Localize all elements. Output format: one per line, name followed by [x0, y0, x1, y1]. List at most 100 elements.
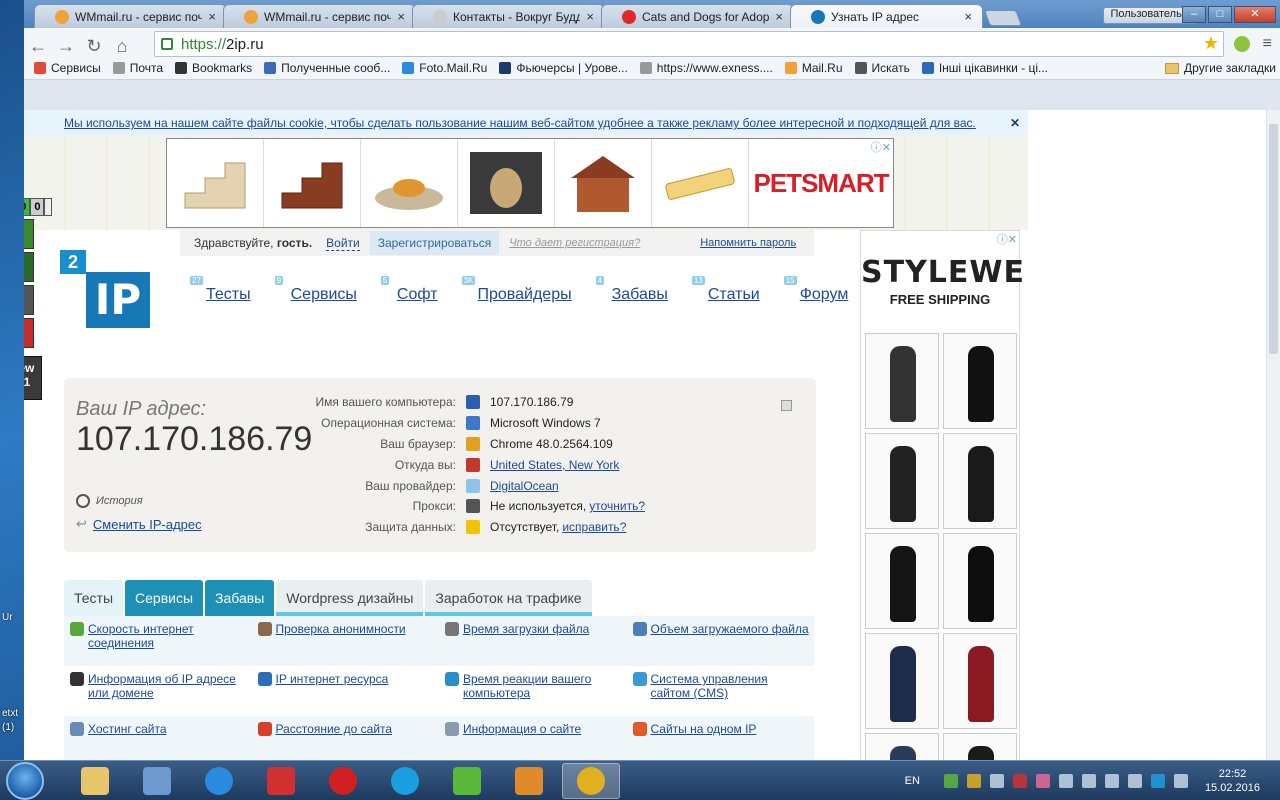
history-link[interactable]: История: [76, 494, 143, 508]
close-icon[interactable]: ×: [775, 9, 783, 24]
forward-icon[interactable]: →: [52, 36, 80, 57]
desktop-icon-label[interactable]: Ur: [2, 612, 13, 623]
ad-dress-image[interactable]: [865, 533, 939, 629]
chrome-icon[interactable]: [24, 318, 34, 348]
browser-tab-active[interactable]: Узнать IP адрес ×: [790, 4, 983, 28]
shield-icon[interactable]: [1012, 774, 1027, 788]
other-bookmarks[interactable]: Другие закладки: [1165, 61, 1276, 75]
taskbar-app-explorer[interactable]: [66, 763, 124, 799]
ad-product-treats[interactable]: [652, 139, 749, 227]
tab-tests[interactable]: Тесты: [64, 580, 124, 616]
taskbar-app-antivirus[interactable]: [252, 763, 310, 799]
language-indicator[interactable]: EN: [905, 775, 920, 787]
ad-dress-image[interactable]: [943, 433, 1017, 529]
menu-item[interactable]: 3K Провайдеры: [461, 276, 572, 304]
ad-product-coop[interactable]: [555, 139, 652, 227]
ad-product-stairs[interactable]: [167, 139, 264, 227]
check-icon[interactable]: [24, 252, 34, 282]
taskbar-app-control-panel[interactable]: [128, 763, 186, 799]
info-link[interactable]: исправить?: [562, 520, 626, 534]
service-item[interactable]: Объем загружаемого файла: [626, 616, 814, 666]
service-item[interactable]: Сайты на одном IP: [626, 716, 814, 760]
service-item[interactable]: Информация об IP адресе или домене: [64, 666, 252, 716]
chrome-icon[interactable]: [44, 198, 53, 216]
menu-item[interactable]: 15 Форум: [783, 276, 848, 304]
menu-item[interactable]: 5 Софт: [380, 276, 438, 304]
network-icon[interactable]: [1058, 774, 1073, 788]
ad-dress-image[interactable]: [943, 633, 1017, 729]
service-item[interactable]: Хостинг сайта: [64, 716, 252, 760]
version-badge[interactable]: New6.1: [24, 356, 42, 400]
taskbar-app-download[interactable]: [438, 763, 496, 799]
service-item[interactable]: IP интернет ресурса: [252, 666, 440, 716]
bookmark-item[interactable]: Искать: [854, 61, 910, 75]
ad-dress-image[interactable]: [865, 633, 939, 729]
ad-product-cat-bed[interactable]: [361, 139, 458, 227]
service-item[interactable]: Информация о сайте: [439, 716, 627, 760]
start-button[interactable]: [6, 762, 44, 800]
browser-tab[interactable]: WMmail.ru - сервис почто ×: [223, 4, 416, 28]
menu-item[interactable]: 13 Статьи: [691, 276, 760, 304]
bookmark-item[interactable]: Інші цікавинки - ці...: [921, 61, 1048, 75]
close-icon[interactable]: ✕: [1010, 116, 1020, 130]
info-link[interactable]: United States, New York: [490, 458, 619, 472]
taskbar-app-internet-explorer[interactable]: [190, 763, 248, 799]
book-icon[interactable]: [24, 285, 34, 315]
register-link[interactable]: Зарегистрироваться: [369, 231, 500, 255]
ad-dress-image[interactable]: [865, 433, 939, 529]
bookmark-item[interactable]: https://www.exness....: [639, 61, 773, 75]
clock[interactable]: 22:52 15.02.2016: [1205, 767, 1260, 795]
windows-icon[interactable]: [1104, 774, 1119, 788]
taskbar-app-skype[interactable]: [376, 763, 434, 799]
ad-dress-image[interactable]: [943, 533, 1017, 629]
minimize-icon[interactable]: –: [1182, 6, 1206, 23]
tab-earnings[interactable]: Заработок на трафике: [425, 580, 592, 616]
close-icon[interactable]: ×: [586, 9, 594, 24]
ad-product-steps[interactable]: [264, 139, 361, 227]
taskbar-app-chrome[interactable]: [562, 763, 620, 799]
download-icon[interactable]: [943, 774, 958, 788]
desktop-icon-label[interactable]: etxt: [2, 708, 18, 719]
browser-tab[interactable]: WMmail.ru - сервис почто ×: [34, 4, 227, 28]
browser-tab[interactable]: Cats and Dogs for Adoptic ×: [601, 4, 794, 28]
close-icon[interactable]: ×: [964, 9, 972, 24]
address-bar[interactable]: https://2ip.ru ★: [154, 31, 1224, 57]
skype-icon[interactable]: [1150, 774, 1165, 788]
right-banner-ad[interactable]: ⓘ✕ STYLEWE FREE SHIPPING: [860, 230, 1024, 760]
service-item[interactable]: Расстояние до сайта: [251, 716, 439, 760]
ad-info-icon[interactable]: ⓘ✕: [997, 231, 1017, 247]
bookmark-item[interactable]: Почта: [112, 61, 163, 75]
tab-services[interactable]: Сервисы: [125, 580, 204, 616]
close-icon[interactable]: ×: [397, 9, 405, 24]
home-icon[interactable]: ⌂: [108, 36, 136, 57]
ad-dress-image[interactable]: [943, 733, 1017, 760]
volume-icon[interactable]: [1173, 774, 1188, 788]
bookmark-item[interactable]: Foto.Mail.Ru: [402, 61, 487, 75]
close-icon[interactable]: ×: [208, 9, 216, 24]
ad-dress-image[interactable]: [865, 333, 939, 429]
monitor-icon[interactable]: [989, 774, 1004, 788]
flag-icon[interactable]: [1081, 774, 1096, 788]
service-item[interactable]: Время реакции вашего компьютера: [439, 666, 627, 716]
bookmark-item[interactable]: Mail.Ru: [784, 61, 843, 75]
scrollbar[interactable]: [1266, 110, 1280, 760]
service-item[interactable]: Время загрузки файла: [439, 616, 627, 666]
star-icon[interactable]: ★: [1203, 33, 1219, 54]
back-icon[interactable]: ←: [24, 36, 52, 57]
tab-fun[interactable]: Забавы: [205, 580, 275, 616]
tab-wordpress[interactable]: Wordpress дизайны: [276, 580, 424, 616]
toggle-checkbox[interactable]: [781, 400, 792, 411]
cookie-notice-text[interactable]: Мы используем на нашем сайте файлы cooki…: [64, 116, 976, 130]
maximize-icon[interactable]: □: [1208, 6, 1232, 23]
chrome-icon[interactable]: [966, 774, 981, 788]
remind-password-link[interactable]: Напомнить пароль: [700, 237, 796, 249]
desktop-icon-label[interactable]: (1): [2, 722, 14, 733]
close-window-icon[interactable]: ✕: [1234, 6, 1276, 23]
bookmark-item[interactable]: Сервисы: [34, 61, 101, 75]
info-link[interactable]: DigitalOcean: [490, 479, 559, 493]
service-item[interactable]: Скорость интернет соединения: [64, 616, 252, 666]
reload-icon[interactable]: ↻: [80, 36, 108, 57]
change-ip-link[interactable]: ↩ Сменить IP-адрес: [76, 516, 202, 532]
ad-product-dog[interactable]: [458, 139, 555, 227]
why-register-link[interactable]: Что дает регистрация?: [509, 237, 640, 249]
